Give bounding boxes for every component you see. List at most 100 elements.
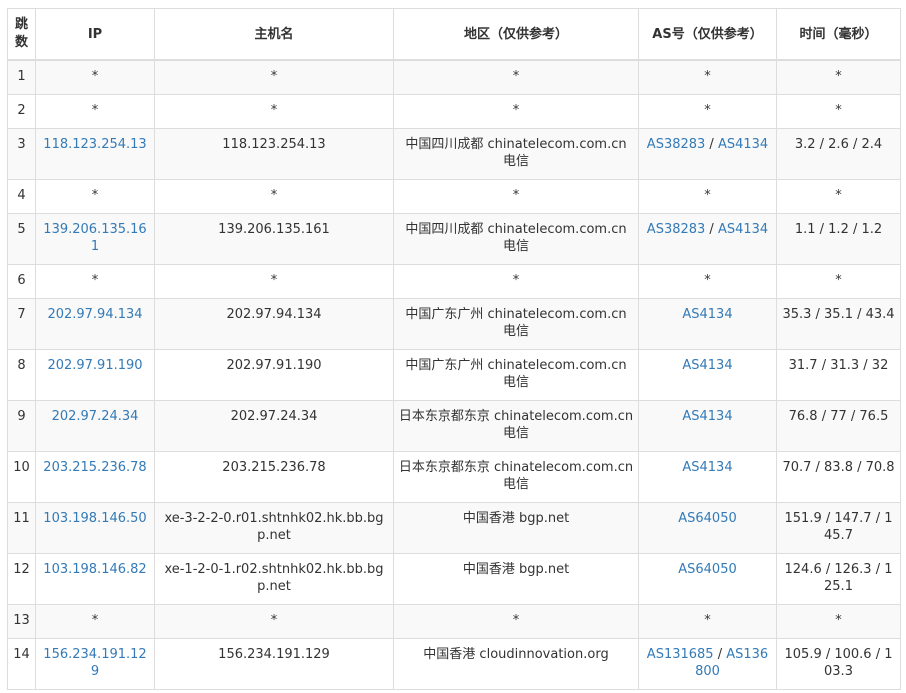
hostname-cell: 202.97.91.190 xyxy=(154,349,394,401)
table-row: 7 202.97.94.134 202.97.94.134 中国广东广州 chinat… xyxy=(7,298,901,350)
region-cell: 中国香港 cloudinnovation.org xyxy=(393,638,639,690)
as-cell: * xyxy=(638,59,777,95)
ip-cell: 202.97.24.34 xyxy=(35,400,155,452)
as-link[interactable]: AS64050 xyxy=(678,511,737,526)
hostname-cell: * xyxy=(154,604,394,639)
traceroute-rows: 1 * * * * * 2 * * * * * 3 118.123.254.13 118.123.254.1… xyxy=(7,59,901,690)
table-header-row: 跳数 IP 主机名 地区（仅供参考） AS号（仅供参考） 时间（毫秒） xyxy=(7,8,901,61)
table-row: 11 103.198.146.50 xe-3-2-2-0.r01.shtnhk02.… xyxy=(7,502,901,554)
hostname-cell: * xyxy=(154,59,394,95)
table-row: 3 118.123.254.13 118.123.254.13 中国四川成都 chin… xyxy=(7,128,901,180)
ip-cell: 103.198.146.50 xyxy=(35,502,155,554)
ip-link[interactable]: 103.198.146.82 xyxy=(43,562,146,577)
table-row: 6 * * * * * xyxy=(7,264,901,299)
as-separator: / xyxy=(705,222,718,237)
region-cell: 中国广东广州 chinatelecom.com.cn 电信 xyxy=(393,298,639,350)
time-cell: * xyxy=(776,179,901,214)
hostname-column-header: 主机名 xyxy=(154,8,394,61)
as-value: * xyxy=(704,273,711,288)
as-cell: AS64050 xyxy=(638,553,777,605)
as-link[interactable]: AS64050 xyxy=(678,562,737,577)
ip-cell: * xyxy=(35,59,155,95)
ip-cell: 202.97.94.134 xyxy=(35,298,155,350)
hostname-cell: 203.215.236.78 xyxy=(154,451,394,503)
as-separator: / xyxy=(713,647,727,662)
hostname-cell: 202.97.94.134 xyxy=(154,298,394,350)
as-cell: AS64050 xyxy=(638,502,777,554)
hop-number-cell: 10 xyxy=(7,451,36,503)
as-link[interactable]: AS38283 xyxy=(647,137,706,152)
ip-cell: 118.123.254.13 xyxy=(35,128,155,180)
ip-cell: 203.215.236.78 xyxy=(35,451,155,503)
time-cell: 3.2 / 2.6 / 2.4 xyxy=(776,128,901,180)
hop-number-cell: 1 xyxy=(7,59,36,95)
region-cell: 中国香港 bgp.net xyxy=(393,502,639,554)
time-cell: * xyxy=(776,94,901,129)
as-link[interactable]: AS4134 xyxy=(718,137,768,152)
ip-link[interactable]: 118.123.254.13 xyxy=(43,137,146,152)
ip-link[interactable]: 103.198.146.50 xyxy=(43,511,146,526)
table-row: 1 * * * * * xyxy=(7,59,901,95)
as-column-header: AS号（仅供参考） xyxy=(638,8,777,61)
as-value: * xyxy=(704,69,711,84)
hostname-cell: xe-1-2-0-1.r02.shtnhk02.hk.bb.bgp.net xyxy=(154,553,394,605)
ip-cell: * xyxy=(35,94,155,129)
table-row: 5 139.206.135.161 139.206.135.161 中国四川成都 ch… xyxy=(7,213,901,265)
ip-link[interactable]: 202.97.91.190 xyxy=(47,358,142,373)
table-row: 10 203.215.236.78 203.215.236.78 日本东京都东京 ch… xyxy=(7,451,901,503)
table-row: 2 * * * * * xyxy=(7,94,901,129)
time-column-header: 时间（毫秒） xyxy=(776,8,901,61)
as-cell: AS4134 xyxy=(638,298,777,350)
time-cell: 151.9 / 147.7 / 145.7 xyxy=(776,502,901,554)
as-link[interactable]: AS4134 xyxy=(682,358,732,373)
hostname-cell: * xyxy=(154,94,394,129)
as-cell: AS131685 / AS136800 xyxy=(638,638,777,690)
ip-cell: 156.234.191.129 xyxy=(35,638,155,690)
time-cell: 76.8 / 77 / 76.5 xyxy=(776,400,901,452)
hostname-cell: 202.97.24.34 xyxy=(154,400,394,452)
region-cell: * xyxy=(393,59,639,95)
ip-cell: * xyxy=(35,264,155,299)
as-cell: AS4134 xyxy=(638,400,777,452)
hop-number-cell: 13 xyxy=(7,604,36,639)
hop-number-cell: 6 xyxy=(7,264,36,299)
ip-link[interactable]: 203.215.236.78 xyxy=(43,460,146,475)
as-separator: / xyxy=(705,137,718,152)
ip-link[interactable]: 202.97.94.134 xyxy=(47,307,142,322)
ip-link[interactable]: 202.97.24.34 xyxy=(52,409,139,424)
region-cell: * xyxy=(393,179,639,214)
hop-number-cell: 11 xyxy=(7,502,36,554)
as-cell: AS38283 / AS4134 xyxy=(638,213,777,265)
hop-column-header: 跳数 xyxy=(7,8,36,61)
as-link[interactable]: AS131685 xyxy=(647,647,714,662)
ip-cell: 103.198.146.82 xyxy=(35,553,155,605)
time-cell: * xyxy=(776,264,901,299)
as-value: * xyxy=(704,103,711,118)
region-cell: 中国广东广州 chinatelecom.com.cn 电信 xyxy=(393,349,639,401)
as-link[interactable]: AS38283 xyxy=(647,222,706,237)
time-cell: 70.7 / 83.8 / 70.8 xyxy=(776,451,901,503)
table-row: 12 103.198.146.82 xe-1-2-0-1.r02.shtnhk02.… xyxy=(7,553,901,605)
hop-number-cell: 12 xyxy=(7,553,36,605)
as-cell: * xyxy=(638,179,777,214)
time-cell: 1.1 / 1.2 / 1.2 xyxy=(776,213,901,265)
as-cell: AS4134 xyxy=(638,451,777,503)
as-link[interactable]: AS4134 xyxy=(718,222,768,237)
ip-link[interactable]: 139.206.135.161 xyxy=(43,222,146,254)
ip-cell: * xyxy=(35,604,155,639)
as-cell: * xyxy=(638,264,777,299)
hop-number-cell: 5 xyxy=(7,213,36,265)
region-cell: 日本东京都东京 chinatelecom.com.cn 电信 xyxy=(393,400,639,452)
region-column-header: 地区（仅供参考） xyxy=(393,8,639,61)
as-value: * xyxy=(704,188,711,203)
as-link[interactable]: AS4134 xyxy=(682,460,732,475)
hostname-cell: 118.123.254.13 xyxy=(154,128,394,180)
time-cell: * xyxy=(776,59,901,95)
ip-link[interactable]: 156.234.191.129 xyxy=(43,647,146,679)
as-value: * xyxy=(704,613,711,628)
as-link[interactable]: AS4134 xyxy=(682,307,732,322)
as-cell: AS38283 / AS4134 xyxy=(638,128,777,180)
as-link[interactable]: AS4134 xyxy=(682,409,732,424)
table-row: 8 202.97.91.190 202.97.91.190 中国广东广州 chinat… xyxy=(7,349,901,401)
ip-cell: * xyxy=(35,179,155,214)
